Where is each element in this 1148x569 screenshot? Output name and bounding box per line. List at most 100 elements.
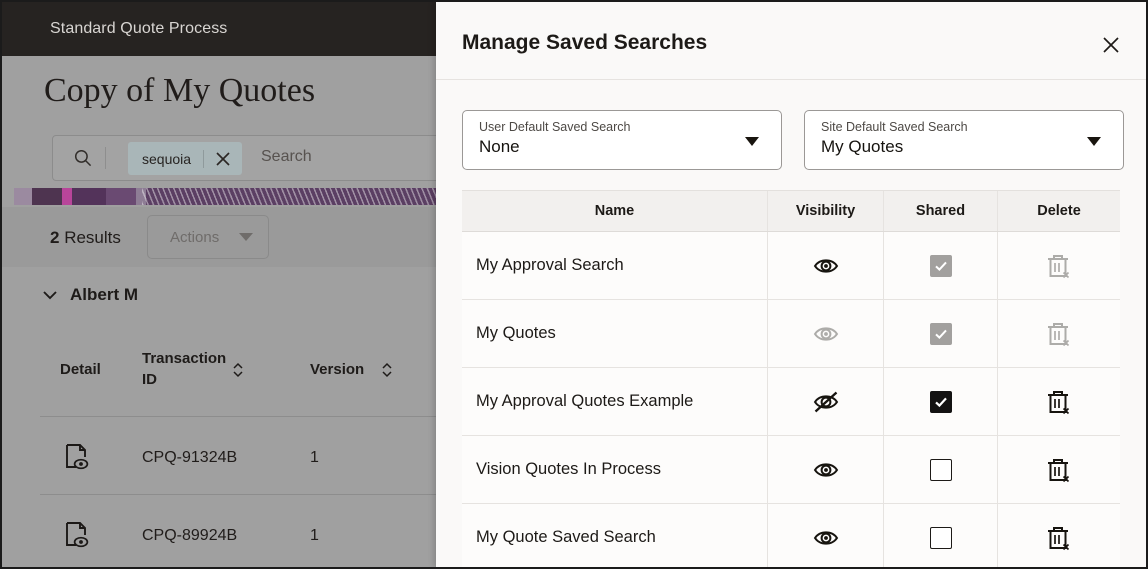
shared-checkbox: [929, 254, 952, 277]
document-detail-icon[interactable]: [64, 443, 90, 471]
table-row[interactable]: My Quote Saved Search: [462, 504, 1120, 567]
column-header-shared: Shared: [884, 191, 998, 231]
topbar-title: Standard Quote Process: [50, 20, 228, 37]
cell-name: My Quote Saved Search: [462, 504, 768, 567]
shared-checkbox[interactable]: [929, 390, 952, 413]
trash-delete-icon[interactable]: [1046, 388, 1072, 416]
manage-saved-searches-dialog: Manage Saved Searches User Default Saved…: [436, 2, 1146, 567]
search-chip-label: sequoia: [142, 150, 192, 167]
close-icon[interactable]: [1094, 28, 1128, 62]
page-title: Copy of My Quotes: [44, 72, 316, 109]
cell-delete: [998, 504, 1120, 567]
app-topbar: Standard Quote Process: [2, 2, 436, 56]
cell-name: My Approval Quotes Example: [462, 368, 768, 435]
cell-delete: [998, 436, 1120, 503]
user-default-saved-search-select[interactable]: User Default Saved Search None: [462, 110, 782, 170]
search-input[interactable]: Search: [261, 148, 312, 166]
saved-search-name: Vision Quotes In Process: [476, 460, 661, 478]
actions-button[interactable]: Actions: [147, 215, 269, 259]
search-bar[interactable]: sequoia Search: [52, 135, 436, 181]
chevron-down-icon: [239, 233, 254, 241]
saved-search-name: My Quote Saved Search: [476, 528, 656, 546]
search-icon: [73, 148, 93, 168]
chevron-down-icon: [42, 287, 58, 303]
results-label: Results: [64, 228, 121, 247]
table-row[interactable]: Vision Quotes In Process: [462, 436, 1120, 504]
chevron-down-icon: [1087, 137, 1101, 146]
banner-pattern: [142, 188, 436, 205]
decorative-banner: [14, 188, 436, 205]
trash-delete-icon: [1046, 252, 1072, 280]
cell-shared: [884, 368, 998, 435]
cell-delete: [998, 232, 1120, 299]
sort-icon[interactable]: [381, 361, 393, 379]
eye-hidden-icon[interactable]: [812, 390, 840, 414]
column-header-delete: Delete: [1037, 203, 1081, 219]
results-count: 2 Results: [50, 228, 121, 248]
saved-search-name: My Quotes: [476, 324, 556, 342]
column-header-detail: Detail: [60, 361, 101, 378]
document-detail-icon[interactable]: [64, 521, 90, 549]
eye-visible-icon[interactable]: [812, 459, 840, 481]
results-number: 2: [50, 228, 60, 247]
column-header-version: Version: [310, 361, 365, 378]
cell-name: Vision Quotes In Process: [462, 436, 768, 503]
actions-button-label: Actions: [170, 228, 220, 246]
shared-checkbox[interactable]: [929, 526, 952, 549]
trash-delete-icon: [1046, 320, 1072, 348]
select-label: User Default Saved Search: [479, 120, 631, 134]
table-row[interactable]: My Quotes: [462, 300, 1120, 368]
shared-checkbox[interactable]: [929, 458, 952, 481]
sort-icon[interactable]: [232, 361, 244, 379]
cell-visibility: [768, 300, 884, 367]
trash-delete-icon[interactable]: [1046, 524, 1072, 552]
saved-search-name: My Approval Search: [476, 256, 624, 274]
cell-transaction-id: CPQ-91324B: [142, 449, 238, 466]
shared-checkbox: [929, 322, 952, 345]
cell-delete: [998, 300, 1120, 367]
cell-name: My Approval Search: [462, 232, 768, 299]
search-filter-chip[interactable]: sequoia: [128, 142, 243, 175]
cell-visibility: [768, 436, 884, 503]
cell-visibility: [768, 232, 884, 299]
table-row[interactable]: My Approval Quotes Example: [462, 368, 1120, 436]
eye-visible-icon[interactable]: [812, 255, 840, 277]
select-value: My Quotes: [821, 137, 904, 156]
table-row[interactable]: CPQ-89924B 1: [40, 495, 436, 567]
eye-visible-icon[interactable]: [812, 527, 840, 549]
column-header-name: Name: [462, 191, 768, 231]
select-label: Site Default Saved Search: [821, 120, 968, 134]
cell-shared: [884, 504, 998, 567]
background-page: Standard Quote Process Copy of My Quotes…: [2, 2, 436, 567]
cell-visibility: [768, 504, 884, 567]
chevron-down-icon: [745, 137, 759, 146]
site-default-saved-search-select[interactable]: Site Default Saved Search My Quotes: [804, 110, 1124, 170]
cell-version: 1: [310, 527, 319, 544]
table-header-row: Name Visibility Shared Delete: [462, 191, 1120, 232]
app-root: Standard Quote Process Copy of My Quotes…: [0, 0, 1148, 569]
cell-version: 1: [310, 449, 319, 466]
cell-delete: [998, 368, 1120, 435]
cell-shared: [884, 436, 998, 503]
dialog-title: Manage Saved Searches: [462, 31, 708, 54]
cell-shared: [884, 300, 998, 367]
background-table-header: Detail Transaction ID Version: [40, 338, 436, 400]
cell-transaction-id: CPQ-89924B: [142, 527, 238, 544]
cell-visibility: [768, 368, 884, 435]
search-divider: [105, 147, 106, 169]
eye-visible-icon: [812, 323, 840, 345]
saved-search-name: My Approval Quotes Example: [476, 392, 694, 410]
trash-delete-icon[interactable]: [1046, 456, 1072, 484]
saved-searches-table: Name Visibility Shared Delete My Approva…: [462, 190, 1120, 567]
column-header-visibility: Visibility: [768, 191, 884, 231]
group-header-albert-m[interactable]: Albert M: [42, 285, 138, 305]
table-row[interactable]: My Approval Search: [462, 232, 1120, 300]
cell-shared: [884, 232, 998, 299]
select-value: None: [479, 137, 520, 156]
default-search-selects: User Default Saved Search None Site Defa…: [462, 110, 1124, 170]
table-row[interactable]: CPQ-91324B 1: [40, 417, 436, 494]
cell-name: My Quotes: [462, 300, 768, 367]
column-header-transaction-id: Transaction ID: [142, 350, 227, 388]
group-name: Albert M: [70, 285, 138, 304]
remove-chip-icon[interactable]: [204, 142, 242, 175]
